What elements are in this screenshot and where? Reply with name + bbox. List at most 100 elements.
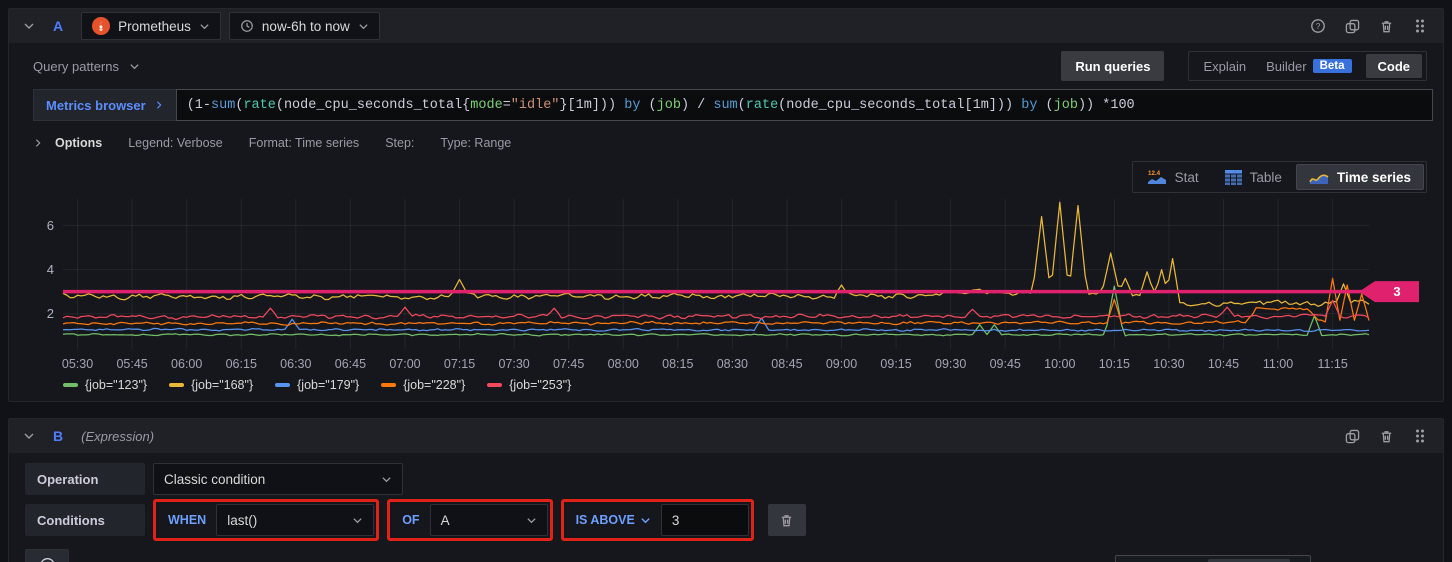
query-segment: by [1021,98,1037,113]
svg-text:07:15: 07:15 [444,357,475,371]
legend-item[interactable]: {job="168"} [169,378,253,392]
trash-icon [779,513,794,528]
svg-text:11:00: 11:00 [1263,357,1293,371]
duplicate-expression-button[interactable] [1339,423,1365,449]
time-series-chart: 05:3005:4506:0006:1506:3006:4507:0007:15… [33,195,1429,373]
query-segment: = [503,98,511,113]
legend-item[interactable]: {job="123"} [63,378,147,392]
query-segment: (1- [187,98,211,113]
query-segment: )) *100 [1078,98,1135,113]
plus-circle-icon [39,557,56,562]
option-legend: Legend: Verbose [128,136,223,150]
evaluator-select[interactable]: IS ABOVE [566,513,661,527]
time-range-picker[interactable]: now-6h to now [229,12,380,40]
collapse-panel-a-button[interactable] [19,16,39,36]
viz-tab-stat[interactable]: 12.4 Stat [1135,164,1211,190]
cutoff-panel [1115,555,1311,562]
viz-tab-table[interactable]: Table [1213,164,1294,190]
expression-panel-b-header: B (Expression) [9,419,1443,453]
condition-of-highlight: OF A [387,499,552,541]
operation-label: Operation [25,463,145,495]
query-segment: sum [211,98,235,113]
query-segment: ( [738,98,746,113]
operation-value: Classic condition [164,472,265,487]
query-segment: ( [1037,98,1053,113]
options-label: Options [55,136,102,150]
collapse-panel-b-button[interactable] [19,426,39,446]
query-patterns-label: Query patterns [33,59,119,74]
svg-text:10:45: 10:45 [1208,357,1239,371]
drag-handle-icon [1413,18,1427,34]
query-segment: job [657,98,681,113]
chevron-down-icon [526,515,537,526]
query-segment: ( [640,98,656,113]
flame-icon [95,20,107,32]
metrics-browser-button[interactable]: Metrics browser [33,89,176,121]
legend-series-marker [63,383,78,387]
reducer-value: last() [227,513,257,528]
promql-query-input[interactable]: (1-sum(rate(node_cpu_seconds_total{mode=… [176,89,1433,121]
viz-tab-time-series[interactable]: Time series [1296,164,1424,190]
legend-item[interactable]: {job="253"} [487,378,571,392]
legend-series-marker [381,383,396,387]
copy-icon [1345,19,1360,34]
query-segment: (node_cpu_seconds_total{ [276,98,470,113]
query-segment: job [1054,98,1078,113]
query-segment: ) / [681,98,713,113]
explain-toggle[interactable]: Explain [1193,59,1256,74]
viz-tab-label: Stat [1175,170,1199,185]
query-ref-select[interactable]: A [430,504,548,536]
threshold-input[interactable] [661,504,749,536]
query-segment: }[1m])) [559,98,624,113]
option-step: Step: [385,136,414,150]
condition-when-highlight: WHEN last() [153,499,379,541]
svg-text:4: 4 [47,262,54,277]
query-patterns-dropdown[interactable]: Query patterns [33,59,140,74]
reducer-select[interactable]: last() [216,504,374,536]
legend-series-label: {job="179"} [297,378,359,392]
chevron-right-icon [33,138,43,148]
svg-text:08:30: 08:30 [717,357,748,371]
legend-item[interactable]: {job="179"} [275,378,359,392]
option-type: Type: Range [440,136,511,150]
code-toggle[interactable]: Code [1366,54,1423,78]
delete-expression-button[interactable] [1373,423,1399,449]
editor-mode-toggle: Explain Builder Beta Code [1188,51,1427,81]
datasource-name: Prometheus [118,19,191,34]
trash-icon [1379,429,1394,444]
builder-toggle[interactable]: Builder Beta [1256,59,1361,74]
drag-query-handle[interactable] [1407,13,1433,39]
operation-select[interactable]: Classic condition [153,463,403,495]
options-toggle[interactable]: Options [33,136,102,150]
drag-expression-handle[interactable] [1407,423,1433,449]
viz-tabs-row: 12.4 Stat Table [9,161,1427,193]
delete-condition-button[interactable] [768,504,806,536]
run-queries-button[interactable]: Run queries [1061,51,1164,81]
legend-series-marker [275,383,290,387]
query-segment: (node_cpu_seconds_total[1m])) [778,98,1021,113]
help-icon: ? [1310,18,1326,34]
query-ref-id: A [53,18,63,34]
legend-item[interactable]: {job="228"} [381,378,465,392]
datasource-picker[interactable]: Prometheus [81,12,221,40]
query-segment: sum [713,98,737,113]
chevron-down-icon [381,474,392,485]
evaluator-label: IS ABOVE [576,513,635,527]
duplicate-query-button[interactable] [1339,13,1365,39]
expression-subtitle: (Expression) [81,429,154,444]
chevron-down-icon [640,515,651,526]
delete-query-button[interactable] [1373,13,1399,39]
chevron-down-icon [23,20,35,32]
help-button[interactable]: ? [1305,13,1331,39]
time-range-value: now-6h to now [262,19,350,34]
add-condition-button[interactable] [25,549,69,562]
clock-icon [240,19,254,33]
prometheus-icon [92,17,110,35]
options-row: Options Legend: Verbose Format: Time ser… [33,131,1427,155]
operation-row: Operation Classic condition [25,463,1427,495]
svg-text:?: ? [1316,21,1321,31]
svg-text:3: 3 [1393,284,1400,299]
svg-text:07:45: 07:45 [553,357,584,371]
query-segment: rate [243,98,275,113]
condition-evaluator-highlight: IS ABOVE [561,499,754,541]
